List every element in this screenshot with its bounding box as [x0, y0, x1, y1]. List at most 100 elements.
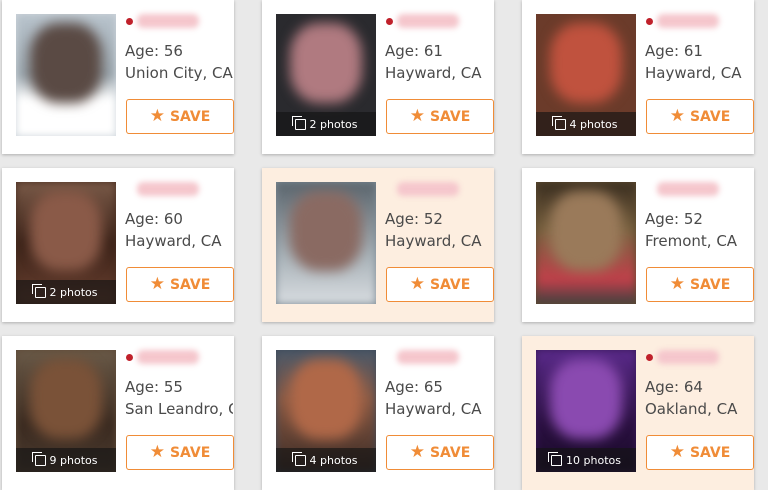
profile-card[interactable]: Age: 52 Fremont, CA ★ SAVE	[522, 168, 754, 322]
online-status-dot	[646, 353, 653, 361]
profile-location: Oakland, CA	[645, 400, 738, 418]
profile-photo[interactable]: 2 photos	[16, 182, 116, 304]
blurred-username[interactable]	[137, 182, 199, 196]
online-status-dot	[126, 186, 133, 193]
star-icon: ★	[149, 106, 165, 126]
photo-count-badge: 4 photos	[536, 112, 636, 136]
save-label: SAVE	[169, 276, 211, 293]
blurred-username[interactable]	[397, 350, 459, 364]
online-status-dot	[386, 17, 393, 25]
profile-location: Hayward, CA	[125, 232, 222, 250]
photo-count: 10 photos	[566, 453, 621, 467]
save-label: SAVE	[689, 444, 731, 461]
profile-card[interactable]: 2 photos Age: 61 Hayward, CA ★ SAVE	[262, 0, 494, 154]
profile-photo[interactable]: 4 photos	[276, 350, 376, 472]
online-status-dot	[646, 186, 653, 193]
blurred-username[interactable]	[657, 182, 719, 196]
star-icon: ★	[669, 106, 685, 126]
online-status-dot	[386, 354, 393, 361]
save-label: SAVE	[169, 444, 211, 461]
photos-icon	[31, 451, 46, 466]
profile-photo[interactable]	[16, 14, 116, 136]
profile-location: Hayward, CA	[385, 400, 482, 418]
profile-card[interactable]: Age: 56 Union City, CA ★ SAVE	[2, 0, 234, 154]
blurred-username[interactable]	[657, 350, 719, 364]
save-label: SAVE	[169, 108, 211, 125]
save-button[interactable]: ★ SAVE	[386, 99, 494, 134]
star-icon: ★	[149, 274, 165, 294]
profile-name[interactable]	[386, 14, 459, 28]
photo-count-badge: 10 photos	[536, 448, 636, 472]
online-status-dot	[126, 17, 133, 25]
profile-card[interactable]: Age: 52 Hayward, CA ★ SAVE	[262, 168, 494, 322]
profile-location: Hayward, CA	[645, 64, 742, 82]
save-button[interactable]: ★ SAVE	[386, 435, 494, 470]
profile-name[interactable]	[126, 182, 199, 196]
profile-age: Age: 56	[125, 42, 183, 60]
profile-location: Union City, CA	[125, 64, 233, 82]
star-icon: ★	[409, 442, 425, 462]
save-button[interactable]: ★ SAVE	[126, 267, 234, 302]
profile-name[interactable]	[646, 14, 719, 28]
photo-count: 4 photos	[569, 117, 618, 131]
photos-icon	[548, 451, 563, 466]
profile-name[interactable]	[126, 350, 199, 364]
profile-card[interactable]: 2 photos Age: 60 Hayward, CA ★ SAVE	[2, 168, 234, 322]
photo-count: 9 photos	[49, 453, 98, 467]
profile-name[interactable]	[386, 350, 459, 364]
profile-name[interactable]	[646, 350, 719, 364]
profile-age: Age: 61	[645, 42, 703, 60]
profile-photo[interactable]: 9 photos	[16, 350, 116, 472]
profile-age: Age: 60	[125, 210, 183, 228]
online-status-dot	[126, 353, 133, 361]
save-button[interactable]: ★ SAVE	[386, 267, 494, 302]
profile-photo[interactable]	[276, 182, 376, 304]
profile-age: Age: 61	[385, 42, 443, 60]
profile-card[interactable]: 10 photos Age: 64 Oakland, CA ★ SAVE	[522, 336, 754, 490]
photo-count: 2 photos	[309, 117, 358, 131]
blurred-username[interactable]	[137, 14, 199, 28]
save-button[interactable]: ★ SAVE	[646, 99, 754, 134]
save-button[interactable]: ★ SAVE	[646, 267, 754, 302]
photos-icon	[551, 115, 566, 130]
profile-photo[interactable]: 4 photos	[536, 14, 636, 136]
profile-age: Age: 65	[385, 378, 443, 396]
photo-count: 2 photos	[49, 285, 98, 299]
photo-count-badge: 2 photos	[16, 280, 116, 304]
profile-age: Age: 64	[645, 378, 703, 396]
blurred-username[interactable]	[397, 14, 459, 28]
save-button[interactable]: ★ SAVE	[646, 435, 754, 470]
save-label: SAVE	[429, 108, 471, 125]
save-button[interactable]: ★ SAVE	[126, 99, 234, 134]
photo-count-badge: 4 photos	[276, 448, 376, 472]
profile-card[interactable]: 4 photos Age: 65 Hayward, CA ★ SAVE	[262, 336, 494, 490]
photo-count: 4 photos	[309, 453, 358, 467]
profile-card[interactable]: 9 photos Age: 55 San Leandro, CA ★ SAVE	[2, 336, 234, 490]
online-status-dot	[646, 17, 653, 25]
star-icon: ★	[669, 442, 685, 462]
blurred-username[interactable]	[397, 182, 459, 196]
star-icon: ★	[669, 274, 685, 294]
photo-count-badge: 9 photos	[16, 448, 116, 472]
save-button[interactable]: ★ SAVE	[126, 435, 234, 470]
profile-location: Hayward, CA	[385, 64, 482, 82]
save-label: SAVE	[429, 444, 471, 461]
blurred-username[interactable]	[137, 350, 199, 364]
profile-photo[interactable]: 2 photos	[276, 14, 376, 136]
profile-card[interactable]: 4 photos Age: 61 Hayward, CA ★ SAVE	[522, 0, 754, 154]
star-icon: ★	[149, 442, 165, 462]
star-icon: ★	[409, 274, 425, 294]
profile-photo[interactable]: 10 photos	[536, 350, 636, 472]
online-status-dot	[386, 186, 393, 193]
profile-age: Age: 52	[645, 210, 703, 228]
profile-name[interactable]	[646, 182, 719, 196]
profile-name[interactable]	[126, 14, 199, 28]
save-label: SAVE	[429, 276, 471, 293]
blurred-username[interactable]	[657, 14, 719, 28]
profile-photo[interactable]	[536, 182, 636, 304]
save-label: SAVE	[689, 276, 731, 293]
profile-name[interactable]	[386, 182, 459, 196]
profile-age: Age: 52	[385, 210, 443, 228]
profile-location: Hayward, CA	[385, 232, 482, 250]
profile-location: San Leandro, CA	[125, 400, 233, 418]
